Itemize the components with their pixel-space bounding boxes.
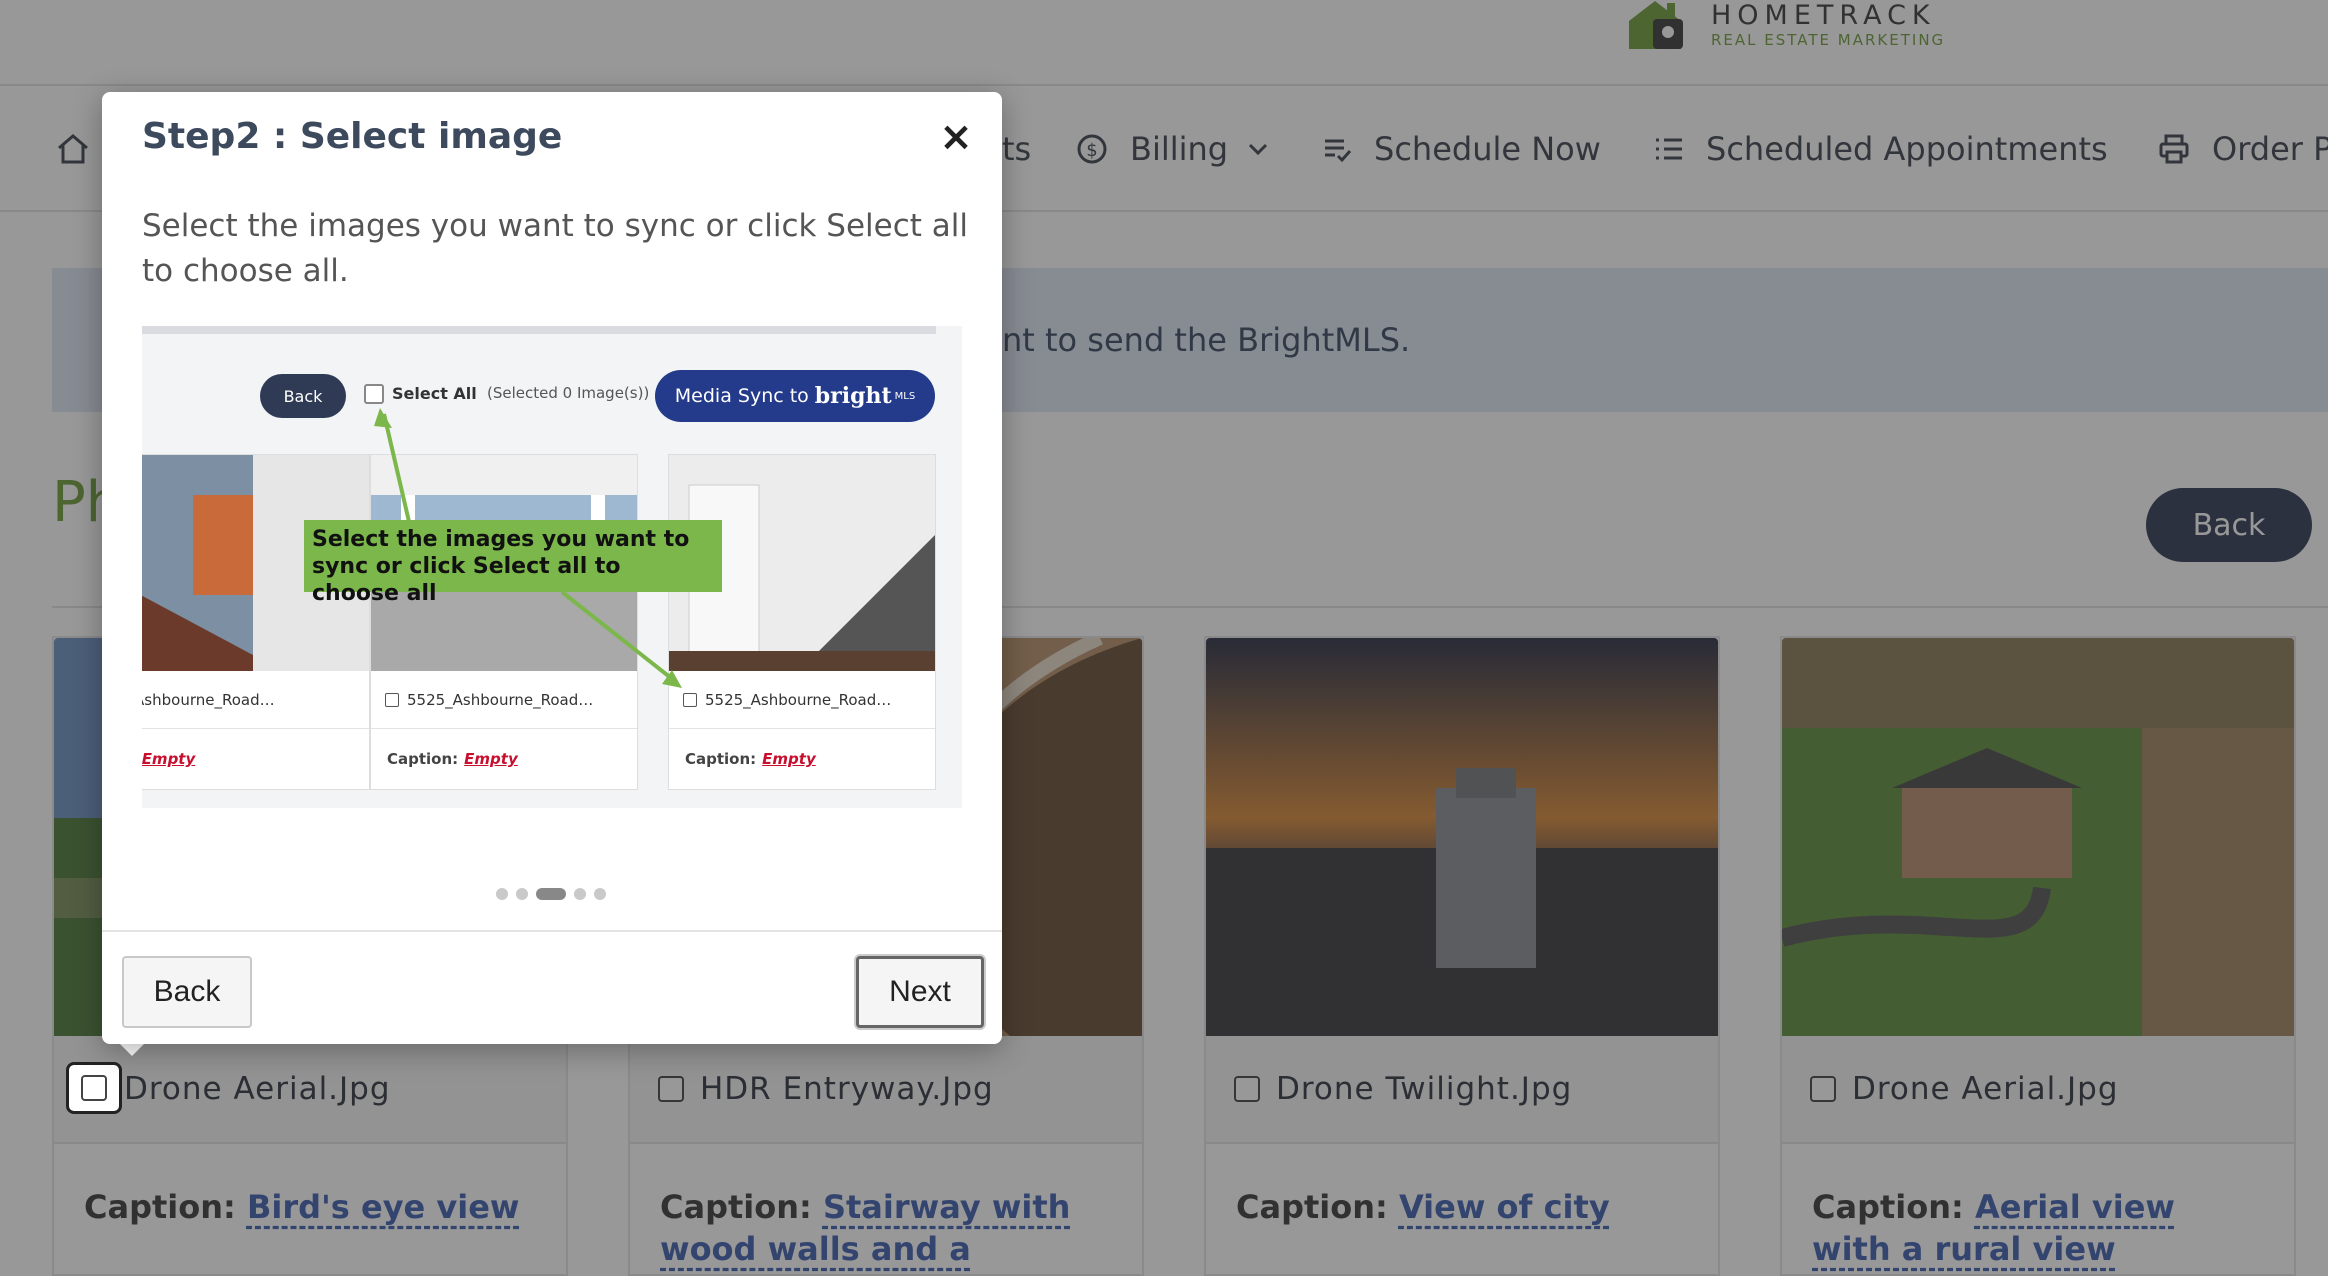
tutorial-illustration: Back Select All (Selected 0 Image(s)) Me… [142, 326, 962, 808]
modal-footer: Back Next [102, 930, 1002, 1044]
tour-step-modal: Step2 : Select image × Select the images… [102, 92, 1002, 1044]
carousel-dots [496, 888, 614, 900]
modal-back-button[interactable]: Back [122, 956, 252, 1028]
carousel-dot[interactable] [574, 888, 586, 900]
carousel-dot[interactable] [594, 888, 606, 900]
checkbox-box [81, 1075, 107, 1101]
carousel-dot[interactable] [496, 888, 508, 900]
carousel-dot-active[interactable] [536, 888, 566, 900]
carousel-dot[interactable] [516, 888, 528, 900]
close-icon[interactable]: × [938, 117, 974, 157]
highlighted-photo-checkbox[interactable] [66, 1062, 122, 1114]
tutorial-callout: Select the images you want to sync or cl… [304, 520, 722, 606]
modal-description: Select the images you want to sync or cl… [142, 208, 969, 289]
modal-next-button[interactable]: Next [856, 956, 984, 1028]
modal-title: Step2 : Select image [142, 116, 563, 157]
